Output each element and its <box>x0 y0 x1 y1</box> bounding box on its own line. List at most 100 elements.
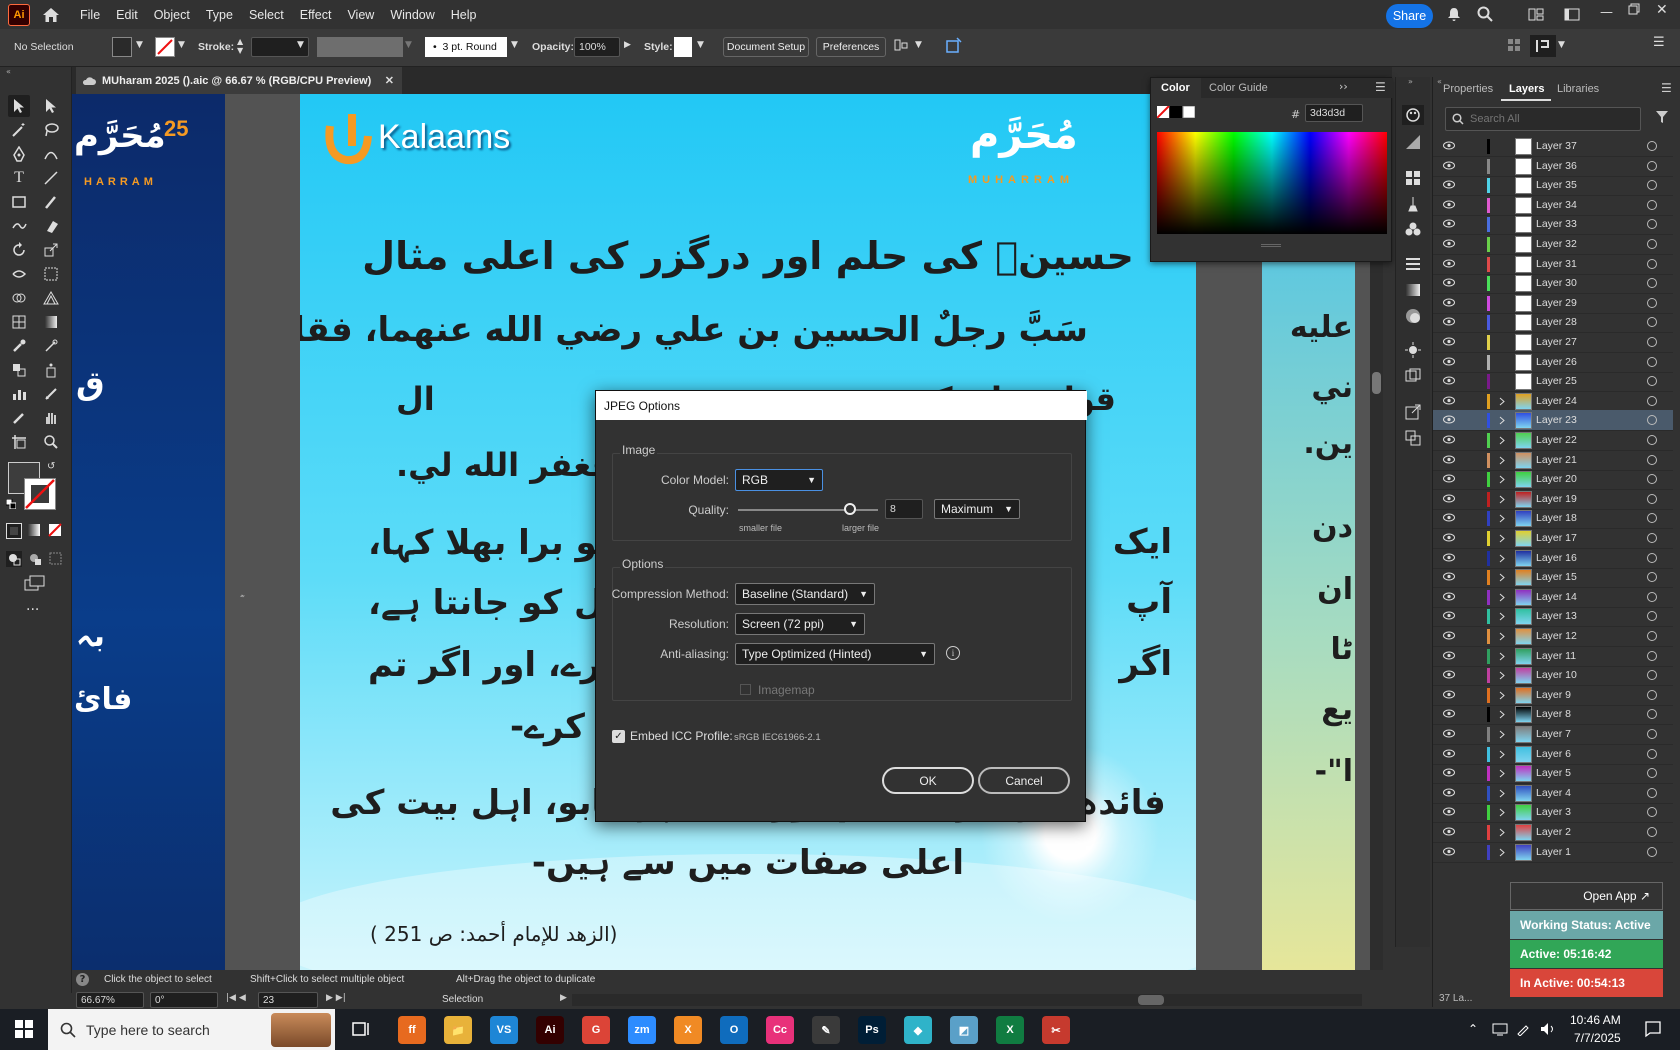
column-graph-icon[interactable] <box>8 383 30 405</box>
layer-row[interactable]: Layer 36 <box>1433 156 1673 177</box>
visibility-eye-icon[interactable] <box>1443 337 1455 346</box>
layer-name[interactable]: Layer 26 <box>1536 356 1577 368</box>
panel-expand-icon[interactable]: ›› <box>1339 80 1348 93</box>
layer-target-icon[interactable] <box>1647 493 1657 504</box>
layers-search-input[interactable] <box>1470 111 1630 127</box>
layer-target-icon[interactable] <box>1647 474 1657 485</box>
status-menu-icon[interactable]: ▶ <box>560 993 567 1003</box>
taskbar-app-icon[interactable]: ◆ <box>904 1016 932 1044</box>
layer-name[interactable]: Layer 8 <box>1536 708 1571 720</box>
layer-target-icon[interactable] <box>1647 180 1657 191</box>
visibility-eye-icon[interactable] <box>1443 709 1455 718</box>
embed-icc-checkbox[interactable]: ✓ <box>612 730 625 743</box>
visibility-eye-icon[interactable] <box>1443 553 1455 562</box>
menu-select[interactable]: Select <box>249 8 284 22</box>
visibility-eye-icon[interactable] <box>1443 572 1455 581</box>
menu-view[interactable]: View <box>347 8 374 22</box>
expand-arrow-icon[interactable] <box>1499 612 1505 621</box>
quality-slider-track[interactable] <box>738 503 878 515</box>
layer-name[interactable]: Layer 15 <box>1536 571 1577 583</box>
visibility-eye-icon[interactable] <box>1443 670 1455 679</box>
rotation-field[interactable]: 0° <box>150 992 218 1008</box>
layer-target-icon[interactable] <box>1647 787 1657 798</box>
paintbrush-icon[interactable] <box>40 191 62 213</box>
visibility-eye-icon[interactable] <box>1443 651 1455 660</box>
swatches-icon[interactable] <box>1404 169 1422 187</box>
expand-arrow-icon[interactable] <box>1499 828 1505 837</box>
menu-file[interactable]: File <box>80 8 100 22</box>
layers-search-box[interactable] <box>1445 107 1641 131</box>
expand-arrow-icon[interactable] <box>1499 456 1505 465</box>
menu-effect[interactable]: Effect <box>300 8 332 22</box>
taskbar-search[interactable]: Type here to search <box>48 1009 335 1050</box>
layer-name[interactable]: Layer 30 <box>1536 277 1577 289</box>
layer-name[interactable]: Layer 29 <box>1536 297 1577 309</box>
layer-target-icon[interactable] <box>1647 239 1657 249</box>
expand-arrow-icon[interactable] <box>1499 808 1505 817</box>
layer-row[interactable]: Layer 13 <box>1433 606 1673 628</box>
measure-tool-icon[interactable] <box>40 335 62 357</box>
layer-row[interactable]: Layer 26 <box>1433 352 1673 373</box>
layer-target-icon[interactable] <box>1647 729 1657 739</box>
selection-tool-icon[interactable] <box>8 95 30 117</box>
layer-name[interactable]: Layer 28 <box>1536 316 1577 328</box>
menu-edit[interactable]: Edit <box>116 8 138 22</box>
variable-width-profile[interactable] <box>317 37 403 57</box>
layer-target-icon[interactable] <box>1647 376 1657 387</box>
slice-tool-icon[interactable] <box>40 383 62 405</box>
taskbar-app-icon[interactable]: Cc <box>766 1016 794 1044</box>
visibility-eye-icon[interactable] <box>1443 690 1455 699</box>
layer-target-icon[interactable] <box>1647 533 1657 543</box>
layer-target-icon[interactable] <box>1647 141 1657 151</box>
expand-arrow-icon[interactable] <box>1499 436 1505 445</box>
quality-value-input[interactable]: 8 <box>885 499 923 519</box>
layer-target-icon[interactable] <box>1647 748 1657 759</box>
restore-icon[interactable] <box>1628 3 1640 15</box>
layer-target-icon[interactable] <box>1647 435 1657 445</box>
layer-target-icon[interactable] <box>1647 591 1657 602</box>
color-model-select[interactable]: RGB ▼ <box>735 469 823 491</box>
windows-start-icon[interactable] <box>15 1020 33 1038</box>
taskbar-app-icon[interactable]: ✎ <box>812 1016 840 1044</box>
gradient-mode-icon[interactable] <box>27 523 43 539</box>
layer-target-icon[interactable] <box>1647 337 1657 347</box>
expand-arrow-icon[interactable] <box>1499 397 1505 406</box>
layer-row[interactable]: Layer 19 <box>1433 489 1673 510</box>
appearance-icon[interactable] <box>1404 341 1422 359</box>
color-spectrum[interactable] <box>1157 132 1387 234</box>
layer-name[interactable]: Layer 25 <box>1536 375 1577 387</box>
recolor-icon[interactable] <box>945 36 963 54</box>
perspective-grid-icon[interactable] <box>40 287 62 309</box>
curvature-tool-icon[interactable] <box>40 143 62 165</box>
hand-tool-icon[interactable] <box>40 407 62 429</box>
layer-name[interactable]: Layer 13 <box>1536 610 1577 622</box>
layer-name[interactable]: Layer 36 <box>1536 160 1577 172</box>
pencil-icon[interactable] <box>8 407 30 429</box>
visibility-eye-icon[interactable] <box>1443 631 1455 640</box>
layer-row[interactable]: Layer 28 <box>1433 312 1673 334</box>
layer-row[interactable]: Layer 2 <box>1433 822 1673 843</box>
layer-name[interactable]: Layer 11 <box>1536 650 1576 662</box>
taskbar-app-icon[interactable]: 📁 <box>444 1016 472 1044</box>
layer-target-icon[interactable] <box>1647 160 1657 171</box>
expand-arrow-icon[interactable] <box>1499 691 1505 700</box>
layer-name[interactable]: Layer 10 <box>1536 669 1577 681</box>
layer-target-icon[interactable] <box>1647 454 1657 465</box>
arrange-documents-icon[interactable] <box>1528 8 1544 21</box>
layer-name[interactable]: Layer 27 <box>1536 336 1577 348</box>
expand-arrow-icon[interactable] <box>1499 632 1505 641</box>
chevron-down-icon[interactable]: ▼ <box>136 40 143 50</box>
layer-name[interactable]: Layer 24 <box>1536 395 1577 407</box>
expand-arrow-icon[interactable] <box>1499 534 1505 543</box>
layer-name[interactable]: Layer 20 <box>1536 473 1577 485</box>
layer-name[interactable]: Layer 22 <box>1536 434 1577 446</box>
layer-target-icon[interactable] <box>1647 631 1657 641</box>
gradient-panel-icon[interactable] <box>1404 281 1422 299</box>
layer-target-icon[interactable] <box>1647 297 1657 308</box>
artboard-field[interactable]: 23 <box>258 992 318 1008</box>
brushes-icon[interactable] <box>1404 195 1422 213</box>
screen-mode-icon[interactable] <box>24 575 46 593</box>
visibility-eye-icon[interactable] <box>1443 729 1455 738</box>
symbol-sprayer-icon[interactable] <box>40 359 62 381</box>
taskbar-app-icon[interactable]: Ps <box>858 1016 886 1044</box>
